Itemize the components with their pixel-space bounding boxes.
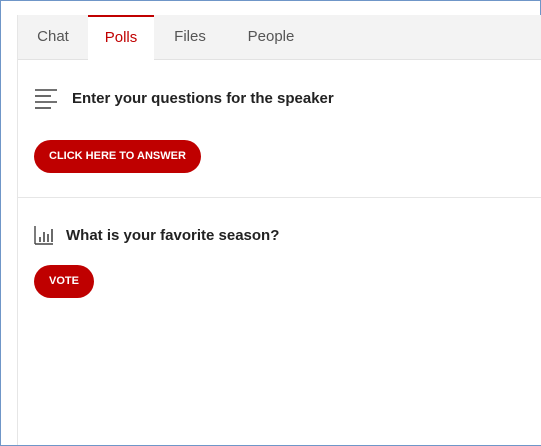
tab-polls[interactable]: Polls	[88, 15, 154, 60]
lines-list-icon	[34, 86, 58, 110]
poll-question-row: What is your favorite season?	[34, 223, 279, 247]
poll-question-row: Enter your questions for the speaker	[34, 86, 334, 110]
polls-panel: Chat Polls Files People Enter your quest…	[17, 15, 541, 445]
tab-chat[interactable]: Chat	[18, 15, 88, 59]
tab-files[interactable]: Files	[158, 15, 222, 59]
poll-question-text: Enter your questions for the speaker	[72, 89, 334, 107]
click-here-to-answer-button[interactable]: CLICK HERE TO ANSWER	[34, 140, 201, 173]
poll-question-text: What is your favorite season?	[66, 226, 280, 244]
poll-card-season: What is your favorite season? VOTE	[18, 198, 541, 398]
tab-bar: Chat Polls Files People	[18, 15, 541, 60]
poll-card-questions: Enter your questions for the speaker CLI…	[18, 60, 541, 198]
vote-button[interactable]: VOTE	[34, 265, 94, 298]
bar-chart-icon	[34, 223, 54, 247]
app-frame: Chat Polls Files People Enter your quest…	[0, 0, 541, 446]
tab-people[interactable]: People	[230, 15, 312, 59]
